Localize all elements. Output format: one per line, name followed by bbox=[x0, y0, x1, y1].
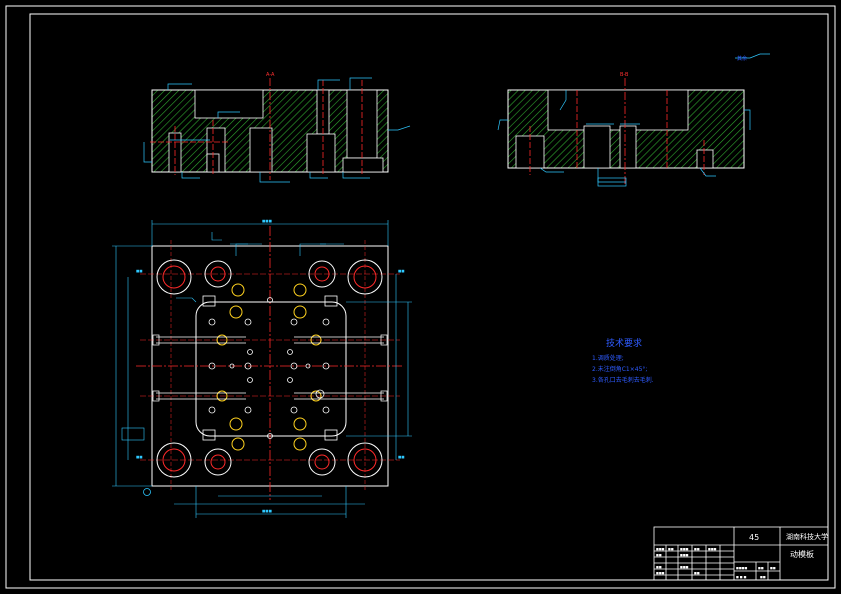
svg-text:■■: ■■ bbox=[656, 553, 662, 557]
svg-text:■■■: ■■■ bbox=[656, 547, 665, 551]
svg-text:■■■: ■■■ bbox=[680, 547, 689, 551]
left-section-label: A-A bbox=[266, 72, 275, 78]
svg-text:■■■: ■■■ bbox=[262, 219, 272, 223]
right-section-label: B-B bbox=[620, 72, 629, 78]
scale-symbol bbox=[143, 488, 151, 496]
right-section-view: B-B 其余 bbox=[497, 53, 770, 187]
svg-text:■■■: ■■■ bbox=[680, 565, 689, 569]
svg-text:■■: ■■ bbox=[398, 269, 405, 273]
svg-text:■■: ■■ bbox=[758, 566, 764, 570]
notes-line-1: 1.调质处理; bbox=[592, 354, 624, 362]
technical-notes: 技术要求 1.调质处理; 2.未注倒角C1×45°; 3.各孔口去毛刺去毛刺. bbox=[592, 337, 654, 384]
svg-text:■■: ■■ bbox=[136, 455, 143, 459]
school-name: 湖南科技大学 bbox=[786, 532, 828, 541]
cavity-outline bbox=[195, 301, 347, 437]
svg-text:■■: ■■ bbox=[694, 547, 700, 551]
plan-view: ■■■ ■■ ■■ ■■ ■■ ■■■ bbox=[112, 219, 412, 518]
svg-text:■■■: ■■■ bbox=[656, 571, 665, 575]
svg-text:■■■: ■■■ bbox=[262, 509, 272, 513]
svg-text:■■: ■■ bbox=[136, 269, 143, 273]
svg-text:■■: ■■ bbox=[770, 566, 776, 570]
svg-text:■■: ■■ bbox=[656, 565, 662, 569]
svg-text:■■■■: ■■■■ bbox=[736, 566, 748, 570]
cad-drawing-canvas: A-A B-B 其余 ■■■ ■■ ■■ ■■ ■■ ■■■ 技术要求 1.调质… bbox=[5, 5, 836, 589]
svg-text:■■: ■■ bbox=[760, 575, 766, 579]
svg-text:■■: ■■ bbox=[398, 455, 405, 459]
notes-line-2: 2.未注倒角C1×45°; bbox=[592, 365, 647, 373]
roughness-note: 其余 bbox=[737, 55, 747, 62]
part-name: 动模板 bbox=[790, 549, 814, 559]
svg-text:■■: ■■ bbox=[694, 571, 700, 575]
svg-text:■■: ■■ bbox=[668, 547, 674, 551]
notes-title: 技术要求 bbox=[606, 337, 642, 349]
material-value: 45 bbox=[749, 533, 759, 542]
left-section-view: A-A bbox=[143, 72, 411, 183]
svg-text:■ ■ ■: ■ ■ ■ bbox=[736, 575, 747, 579]
svg-text:■■■: ■■■ bbox=[708, 547, 717, 551]
notes-line-3: 3.各孔口去毛刺去毛刺. bbox=[592, 376, 654, 384]
svg-text:■■■: ■■■ bbox=[680, 553, 689, 557]
